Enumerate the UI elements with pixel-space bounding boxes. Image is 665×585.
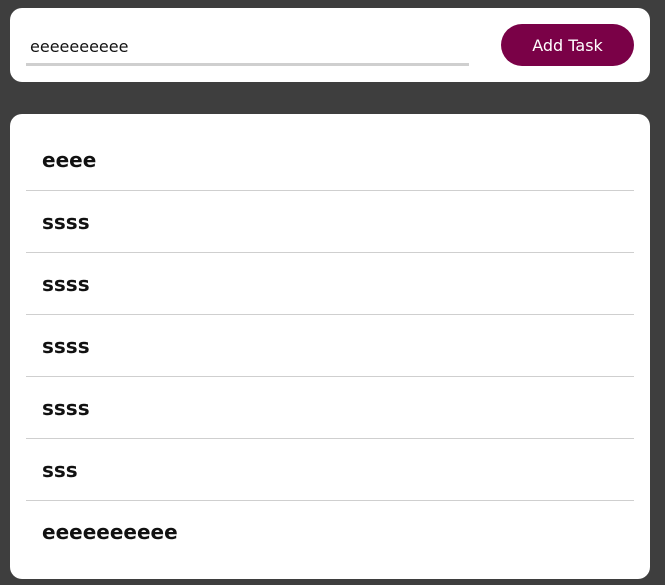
add-task-button[interactable]: Add Task bbox=[501, 24, 634, 66]
task-list: eeee ssss ssss ssss ssss sss eeeeeeeeee bbox=[26, 130, 634, 563]
task-item[interactable]: sss bbox=[26, 439, 634, 501]
task-item[interactable]: ssss bbox=[26, 253, 634, 315]
task-item[interactable]: eeee bbox=[26, 130, 634, 191]
task-item[interactable]: eeeeeeeeee bbox=[26, 501, 634, 563]
task-list-card: eeee ssss ssss ssss ssss sss eeeeeeeeee bbox=[10, 114, 650, 579]
task-item[interactable]: ssss bbox=[26, 377, 634, 439]
task-item[interactable]: ssss bbox=[26, 315, 634, 377]
task-item[interactable]: ssss bbox=[26, 191, 634, 253]
task-entry-card: Add Task bbox=[10, 8, 650, 82]
task-input[interactable] bbox=[26, 30, 469, 66]
